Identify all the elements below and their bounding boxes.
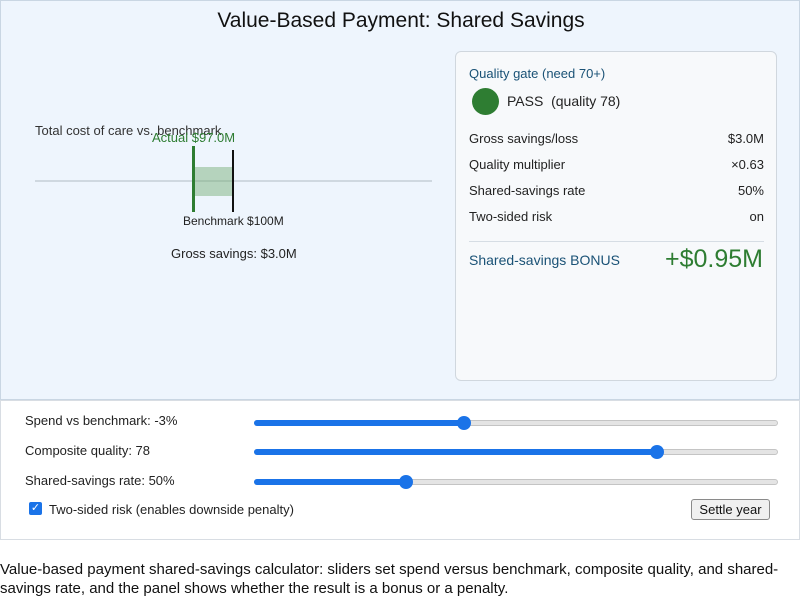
benchmark-label: Benchmark $100M <box>183 214 284 228</box>
result-row-gross: Gross savings/loss $3.0M <box>469 131 764 146</box>
quality-status: PASS (quality 78) <box>507 93 621 109</box>
two-sided-risk-checkbox[interactable]: ✓ <box>29 502 42 515</box>
bonus-value: +$0.95M <box>665 245 763 273</box>
figure-caption: Value-based payment shared-savings calcu… <box>0 561 779 597</box>
settle-year-button[interactable]: Settle year <box>691 499 770 520</box>
actual-cost-marker <box>192 146 195 212</box>
bonus-label: Shared-savings BONUS <box>469 252 620 268</box>
two-sided-risk-label[interactable]: Two-sided risk (enables downside penalty… <box>49 502 294 517</box>
result-value: ×0.63 <box>731 157 764 172</box>
savings-band <box>194 167 233 196</box>
controls-bar: Spend vs benchmark: -3% Composite qualit… <box>0 400 800 540</box>
quality-slider[interactable] <box>254 444 778 460</box>
result-label: Two-sided risk <box>469 209 553 224</box>
result-row-two-sided: Two-sided risk on <box>469 209 764 224</box>
result-value: 50% <box>737 183 764 198</box>
calculator-app: Value-Based Payment: Shared Savings Tota… <box>0 0 800 400</box>
slider-fill <box>254 420 464 426</box>
slider-fill <box>254 479 406 485</box>
slider-fill <box>254 449 658 455</box>
result-label: Gross savings/loss <box>469 131 579 146</box>
result-label: Quality multiplier <box>469 157 566 172</box>
rate-slider[interactable] <box>254 474 778 490</box>
pass-indicator-icon <box>472 88 499 115</box>
results-panel: Quality gate (need 70+) PASS (quality 78… <box>455 51 777 381</box>
spend-slider-label: Spend vs benchmark: -3% <box>25 413 178 428</box>
result-row-rate: Shared-savings rate 50% <box>469 183 764 198</box>
quality-gate-title: Quality gate (need 70+) <box>469 66 606 81</box>
result-row-multiplier: Quality multiplier ×0.63 <box>469 157 764 172</box>
slider-thumb[interactable] <box>398 475 413 489</box>
result-value: $3.0M <box>727 131 764 146</box>
gross-savings-label: Gross savings: $3.0M <box>171 246 297 261</box>
benchmark-marker <box>232 150 234 212</box>
result-value: on <box>749 209 764 224</box>
panel-divider <box>469 241 764 242</box>
actual-cost-label: Actual $97.0M <box>152 130 236 145</box>
result-label: Shared-savings rate <box>469 183 586 198</box>
rate-slider-label: Shared-savings rate: 50% <box>25 473 175 488</box>
slider-thumb[interactable] <box>650 445 665 459</box>
slider-thumb[interactable] <box>456 416 471 430</box>
spend-slider[interactable] <box>254 415 778 431</box>
page-title: Value-Based Payment: Shared Savings <box>217 9 585 32</box>
quality-slider-label: Composite quality: 78 <box>25 443 151 458</box>
